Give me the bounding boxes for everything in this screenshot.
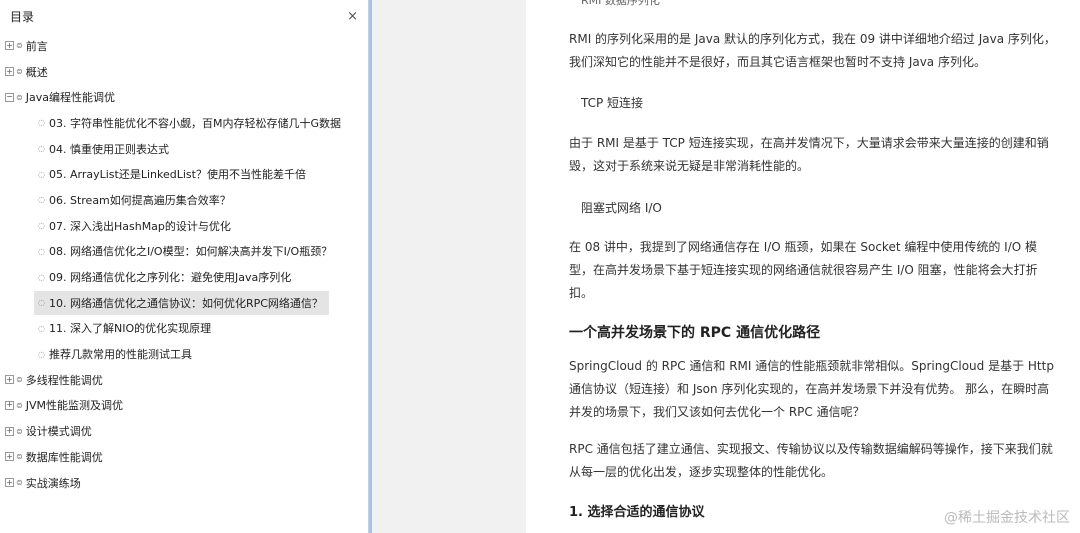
toc-section-item[interactable]: + ⊜ 实战演练场 bbox=[0, 470, 368, 496]
bullet-icon: ◌ bbox=[38, 118, 45, 128]
close-icon[interactable]: × bbox=[347, 9, 358, 24]
toc-section-item[interactable]: + ⊜ 设计模式调优 bbox=[0, 418, 368, 444]
toc-item-label: 09. 网络通信优化之序列化：避免使用Java序列化 bbox=[48, 271, 292, 285]
paragraph: RPC 通信包括了建立通信、实现报文、传输协议以及传输数据编解码等操作，接下来我… bbox=[569, 442, 1053, 479]
toc-item-label: 前言 bbox=[25, 39, 48, 53]
toc-section-item[interactable]: + ⊜ JVM性能监测及调优 bbox=[0, 393, 368, 419]
node-icon: ⊜ bbox=[16, 478, 23, 488]
toc-item-label: JVM性能监测及调优 bbox=[25, 399, 123, 413]
toc-chapter-item[interactable]: ◌ 11. 深入了解NIO的优化实现原理 bbox=[0, 316, 368, 342]
toc-item-label: 实战演练场 bbox=[25, 476, 81, 490]
bullet-icon: ◌ bbox=[38, 221, 45, 231]
watermark: @稀土掘金技术社区 bbox=[944, 510, 1070, 526]
toc-chapter-item[interactable]: ◌ 06. Stream如何提高遍历集合效率？ bbox=[0, 187, 368, 213]
expand-icon[interactable]: + bbox=[5, 452, 14, 462]
expand-icon[interactable]: + bbox=[5, 426, 14, 436]
toc-tree: + ⊜ 前言 + ⊜ 概述 − ⊜ Java编程性能调优 ◌ 03. 字符串性能优化不容小觑，百M内… bbox=[0, 33, 368, 495]
toc-chapter-item[interactable]: ◌ 05. ArrayList还是LinkedList？使用不当性能差千倍 bbox=[0, 161, 368, 187]
toc-item-label: 概述 bbox=[25, 65, 48, 79]
cut-off-heading: RMI 数据序列化 bbox=[581, 0, 660, 7]
toc-item-wrap: ◌ 05. ArrayList还是LinkedList？使用不当性能差千倍 bbox=[38, 166, 306, 182]
node-icon: ⊜ bbox=[16, 400, 23, 410]
toc-chapter-item[interactable]: ◌ 09. 网络通信优化之序列化：避免使用Java序列化 bbox=[0, 264, 368, 290]
bullet-icon: ◌ bbox=[38, 298, 45, 308]
page-gutter bbox=[372, 0, 526, 533]
toc-section-item[interactable]: − ⊜ Java编程性能调优 bbox=[0, 84, 368, 110]
bullet-icon: ◌ bbox=[38, 169, 45, 179]
expand-icon[interactable]: + bbox=[5, 375, 14, 385]
toc-item-wrap: ◌ 09. 网络通信优化之序列化：避免使用Java序列化 bbox=[38, 269, 291, 285]
bullet-icon: ◌ bbox=[38, 246, 45, 256]
toc-chapter-item[interactable]: ◌ 04. 慎重使用正则表达式 bbox=[0, 136, 368, 162]
article-content: RMI 数据序列化 RMI 的序列化采用的是 Java 默认的序列化方式，我在 … bbox=[526, 0, 1080, 533]
paragraph: RMI 的序列化采用的是 Java 默认的序列化方式，我在 09 讲中详细地介绍… bbox=[569, 32, 1056, 69]
bullet-icon: ◌ bbox=[38, 144, 45, 154]
node-icon: ⊜ bbox=[16, 41, 23, 51]
section-heading: 一个高并发场景下的 RPC 通信优化路径 bbox=[569, 325, 821, 341]
toc-chapter-item[interactable]: ◌ 07. 深入浅出HashMap的设计与优化 bbox=[0, 213, 368, 239]
toc-item-label: 11. 深入了解NIO的优化实现原理 bbox=[48, 322, 212, 336]
collapse-icon[interactable]: − bbox=[5, 92, 14, 102]
toc-chapter-item[interactable]: ◌ 10. 网络通信优化之通信协议：如何优化RPC网络通信？ bbox=[0, 290, 368, 316]
node-icon: ⊜ bbox=[16, 375, 23, 385]
bullet-icon: ◌ bbox=[38, 195, 45, 205]
toc-item-wrap: ◌ 07. 深入浅出HashMap的设计与优化 bbox=[38, 218, 231, 234]
expand-icon[interactable]: + bbox=[5, 41, 14, 51]
toc-item-label: Java编程性能调优 bbox=[25, 91, 115, 105]
expand-icon[interactable]: + bbox=[5, 400, 14, 410]
toc-item-label: 03. 字符串性能优化不容小觑，百M内存轻松存储几十G数据 bbox=[48, 116, 341, 130]
toc-section-item[interactable]: + ⊜ 概述 bbox=[0, 59, 368, 85]
node-icon: ⊜ bbox=[16, 92, 23, 102]
toc-item-wrap: ◌ 推荐几款常用的性能测试工具 bbox=[38, 346, 192, 362]
toc-item-wrap: ◌ 08. 网络通信优化之I/O模型：如何解决高并发下I/O瓶颈？ bbox=[38, 243, 332, 259]
toc-item-label: 05. ArrayList还是LinkedList？使用不当性能差千倍 bbox=[48, 168, 306, 182]
toc-item-wrap: ◌ 11. 深入了解NIO的优化实现原理 bbox=[38, 320, 211, 336]
toc-item-label: 04. 慎重使用正则表达式 bbox=[48, 142, 169, 156]
paragraph: SpringCloud 的 RPC 通信和 RMI 通信的性能瓶颈就非常相似。S… bbox=[569, 359, 1054, 419]
toc-section-item[interactable]: + ⊜ 多线程性能调优 bbox=[0, 367, 368, 393]
toc-item-label: 设计模式调优 bbox=[25, 425, 92, 439]
toc-item-label: 07. 深入浅出HashMap的设计与优化 bbox=[48, 219, 231, 233]
toc-section-item[interactable]: + ⊜ 前言 bbox=[0, 33, 368, 59]
toc-item-label: 10. 网络通信优化之通信协议：如何优化RPC网络通信？ bbox=[48, 296, 323, 310]
bullet-icon: ◌ bbox=[38, 272, 45, 282]
toc-item-wrap: ◌ 04. 慎重使用正则表达式 bbox=[38, 141, 169, 157]
toc-sidebar: 目录 × + ⊜ 前言 + ⊜ 概述 − ⊜ Java编程性能调优 ◌ 03. 字符串性能优化不容小… bbox=[0, 0, 369, 533]
toc-item-label: 数据库性能调优 bbox=[25, 450, 103, 464]
toc-item-label: 多线程性能调优 bbox=[25, 373, 103, 387]
paragraph: 在 08 讲中，我提到了网络通信存在 I/O 瓶颈，如果在 Socket 编程中… bbox=[569, 240, 1038, 300]
bullet-icon: ◌ bbox=[38, 349, 45, 359]
toc-section-item[interactable]: + ⊜ 数据库性能调优 bbox=[0, 444, 368, 470]
toc-chapter-item[interactable]: ◌ 08. 网络通信优化之I/O模型：如何解决高并发下I/O瓶颈？ bbox=[0, 239, 368, 265]
toc-item-label: 推荐几款常用的性能测试工具 bbox=[48, 348, 192, 362]
toc-item-wrap: ◌ 10. 网络通信优化之通信协议：如何优化RPC网络通信？ bbox=[34, 290, 329, 315]
node-icon: ⊜ bbox=[16, 426, 23, 436]
paragraph: 由于 RMI 是基于 TCP 短连接实现，在高并发情况下，大量请求会带来大量连接… bbox=[569, 136, 1049, 173]
subheading: TCP 短连接 bbox=[581, 96, 644, 110]
toc-chapter-item[interactable]: ◌ 03. 字符串性能优化不容小觑，百M内存轻松存储几十G数据 bbox=[0, 110, 368, 136]
expand-icon[interactable]: + bbox=[5, 478, 14, 488]
toc-chapter-item[interactable]: ◌ 推荐几款常用的性能测试工具 bbox=[0, 341, 368, 367]
node-icon: ⊜ bbox=[16, 67, 23, 77]
toc-header: 目录 × bbox=[0, 0, 368, 32]
expand-icon[interactable]: + bbox=[5, 67, 14, 77]
toc-item-wrap: ◌ 03. 字符串性能优化不容小觑，百M内存轻松存储几十G数据 bbox=[38, 115, 341, 131]
toc-item-wrap: ◌ 06. Stream如何提高遍历集合效率？ bbox=[38, 192, 231, 208]
toc-title: 目录 bbox=[10, 9, 35, 24]
node-icon: ⊜ bbox=[16, 452, 23, 462]
toc-item-label: 06. Stream如何提高遍历集合效率？ bbox=[48, 193, 231, 207]
bullet-icon: ◌ bbox=[38, 323, 45, 333]
subheading: 阻塞式网络 I/O bbox=[581, 201, 662, 215]
toc-item-label: 08. 网络通信优化之I/O模型：如何解决高并发下I/O瓶颈？ bbox=[48, 245, 333, 259]
